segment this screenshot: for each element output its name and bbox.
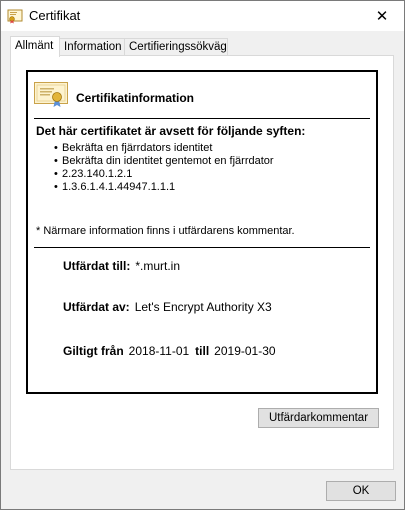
valid-from-label: Giltigt från <box>63 344 124 358</box>
tab-general-label: Allmänt <box>15 40 54 52</box>
list-item: 2.23.140.1.2.1 <box>62 168 274 181</box>
close-icon: ✕ <box>375 8 389 25</box>
purpose-list: Bekräfta en fjärrdators identitet Bekräf… <box>62 142 274 194</box>
tab-certification-path-label: Certifieringssökväg <box>129 41 227 53</box>
purpose-heading: Det här certifikatet är avsett för följa… <box>36 124 306 138</box>
certificate-dialog: Certifikat ✕ Allmänt Information Certifi… <box>0 0 405 510</box>
valid-from-value: 2018-11-01 <box>128 344 190 358</box>
issued-to-row: Utfärdat till: *.murt.in <box>63 259 180 273</box>
certificate-icon <box>7 9 23 24</box>
tab-details[interactable]: Information <box>59 38 125 55</box>
issued-by-row: Utfärdat av: Let's Encrypt Authority X3 <box>63 300 272 314</box>
certificate-info-box: Certifikatinformation Det här certifikat… <box>26 70 378 394</box>
title-bar: Certifikat ✕ <box>1 1 404 31</box>
tab-certification-path[interactable]: Certifieringssökväg <box>124 38 228 55</box>
issued-to-value: *.murt.in <box>135 259 181 273</box>
certificate-icon <box>34 82 68 107</box>
tab-general[interactable]: Allmänt <box>10 36 60 57</box>
footnote: * Närmare information finns i utfärdaren… <box>36 225 295 237</box>
list-item: Bekräfta en fjärrdators identitet <box>62 142 274 155</box>
valid-to-label: till <box>195 344 210 358</box>
close-button[interactable]: ✕ <box>360 1 404 31</box>
divider <box>34 247 370 248</box>
validity-row: Giltigt från 2018-11-01 till 2019-01-30 <box>63 344 276 358</box>
window-title: Certifikat <box>29 8 81 23</box>
divider <box>34 118 370 119</box>
ok-button[interactable]: OK <box>326 481 396 501</box>
issuer-statement-button[interactable]: Utfärdarkommentar <box>258 408 379 428</box>
issued-by-label: Utfärdat av: <box>63 300 130 314</box>
issued-to-label: Utfärdat till: <box>63 259 131 273</box>
issued-by-value: Let's Encrypt Authority X3 <box>134 300 272 314</box>
list-item: Bekräfta din identitet gentemot en fjärr… <box>62 155 274 168</box>
tab-details-label: Information <box>64 41 122 53</box>
valid-to-value: 2019-01-30 <box>214 344 276 358</box>
certificate-info-heading: Certifikatinformation <box>76 91 195 105</box>
tab-panel-general: Certifikatinformation Det här certifikat… <box>10 55 394 470</box>
list-item: 1.3.6.1.4.1.44947.1.1.1 <box>62 181 274 194</box>
